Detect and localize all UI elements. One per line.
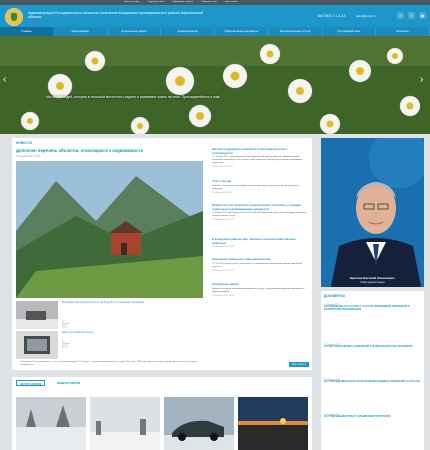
nav-item-social[interactable]: Социальная сфера — [108, 27, 162, 36]
site-title[interactable]: Администрация Колодезянского сельского п… — [28, 11, 203, 20]
side-news-date: 16 Января 2017 9:31 — [212, 166, 233, 169]
side-news-date: 13 Января 2017 10:46 — [212, 246, 235, 249]
head-role: Глава администрации — [360, 281, 385, 284]
home-icon[interactable]: ⌂ — [397, 12, 404, 19]
nav-item-home[interactable]: Главная — [0, 27, 54, 36]
side-news-item[interactable]: Конкурсная защита Вопросы по предоставле… — [212, 282, 307, 297]
nav-item-administration[interactable]: Администрация — [161, 27, 215, 36]
news-thumbnail — [16, 331, 58, 359]
nav-item-services[interactable]: Муниципальные услуги — [269, 27, 323, 36]
news-tab[interactable]: НОВОСТИ — [16, 141, 32, 145]
side-news-text: В связи с обильными снегопадами в поселе… — [212, 184, 300, 190]
nav-item-info[interactable]: Информация — [54, 27, 108, 36]
side-news-title[interactable]: Снег и погода — [212, 179, 307, 184]
side-news-title[interactable]: Конкурсная защита — [212, 282, 307, 287]
gallery-photo[interactable] — [238, 397, 308, 450]
small-news-item[interactable]: В Каширском районе вышли на борьбу со сн… — [16, 300, 144, 329]
document-item[interactable]: 12 Января 2017 Об утверждении проекта пл… — [324, 414, 422, 419]
documents-panel: ДОКУМЕНТЫ 13 Января 2017 Распоряжение от… — [321, 291, 424, 450]
slider-caption: Мы ищем людей, которые в сельской местно… — [46, 95, 221, 99]
small-news-title[interactable]: День российской печати — [62, 330, 202, 335]
header-email[interactable]: adm@kolod.ru — [356, 14, 376, 18]
nav-item-documents[interactable]: Официальные документы — [215, 27, 269, 36]
side-news-title[interactable]: Жители поддержали изменения в законодате… — [212, 147, 307, 155]
main-nav: Главная Информация Социальная сфера Адми… — [0, 27, 430, 36]
side-news-text: С января 2017 года Правительство Российс… — [212, 212, 306, 218]
slider-next-icon[interactable]: › — [420, 74, 423, 85]
side-news-date: 14 Января 2017 12:12 — [212, 219, 235, 222]
side-news-title[interactable]: Изменения земельного законодательства — [212, 257, 307, 262]
documents-title[interactable]: ДОКУМЕНТЫ — [324, 294, 345, 298]
gallery-photo[interactable] — [16, 397, 86, 450]
head-name: Цветков Василий Николаевич — [350, 276, 395, 280]
side-news-text: Вопросы по предоставлению муниципальных … — [212, 287, 305, 293]
news-section: НОВОСТИ Дополнен перечень объектов, отно… — [12, 138, 312, 370]
small-news-date: 17 Января 2017 12:12 — [62, 321, 70, 329]
side-news-date: 16 Января 2017 6:02 — [212, 191, 233, 194]
small-news-title[interactable]: В Каширском районе вышли на борьбу со сн… — [62, 300, 202, 305]
document-item[interactable]: 13 Января 2017 О подготовке проекта изме… — [324, 344, 422, 349]
slider-prev-icon[interactable]: ‹ — [3, 74, 6, 85]
small-news-date: 13 Января 2017 11:23 — [62, 341, 70, 349]
search-icon[interactable]: ⌕ — [408, 12, 415, 19]
coat-of-arms-logo[interactable] — [5, 8, 23, 26]
document-item[interactable]: 13 Января 2017 Об утверждении отчета об … — [324, 379, 422, 384]
side-news-item[interactable]: Снег и погода В связи с обильными снегоп… — [212, 179, 307, 194]
utility-links: Поиск по сайту Структура сайта Обращения… — [124, 1, 237, 3]
daisy-field-image — [0, 36, 430, 134]
utility-link-structure[interactable]: Структура сайта — [147, 1, 164, 3]
side-news-text: С 1 января 2017 года вступил в силу Феде… — [212, 156, 303, 165]
side-news-item[interactable]: Правительство запретило органам власти т… — [212, 203, 307, 222]
main-news-photo[interactable] — [16, 161, 203, 298]
nav-item-anticorruption[interactable]: Противодействие — [323, 27, 377, 36]
document-title[interactable]: Об утверждении отчета об исполнении бюдж… — [324, 381, 422, 384]
tab-video-gallery[interactable]: ВИДЕОГАЛЕРЕЯ — [54, 380, 83, 386]
document-title[interactable]: О подготовке проекта изменений в генерал… — [324, 346, 422, 349]
side-news-text: С 1.01.2017 года вступил в силу закон об… — [212, 262, 303, 268]
main-news-date: 15 Января 2017 16:32 — [16, 155, 41, 158]
utility-link-sitemap[interactable]: Карта сайта — [225, 1, 237, 3]
nav-item-contacts[interactable]: Контакты — [376, 27, 430, 36]
side-news-date: 12 Января 2017 21:21 — [212, 269, 235, 272]
document-title[interactable]: Об утверждении проекта планировки террит… — [324, 416, 422, 419]
eye-icon[interactable]: ◉ — [419, 12, 426, 19]
side-news-title[interactable]: В Каширском районе идет перепись сельско… — [212, 237, 307, 245]
side-news-item[interactable]: Жители поддержали изменения в законодате… — [212, 147, 307, 169]
news-thumbnail — [16, 301, 58, 329]
all-news-button[interactable]: Все новости — [289, 362, 309, 367]
side-news-item[interactable]: Изменения земельного законодательства С … — [212, 257, 307, 272]
side-news-date: 12 Января 2017 10:00 — [212, 294, 235, 297]
gallery-photo[interactable] — [90, 397, 160, 450]
tab-photo-gallery[interactable]: ФОТОГАЛЕРЕЯ — [16, 380, 46, 386]
side-news-item[interactable]: В Каширском районе идет перепись сельско… — [212, 237, 307, 249]
hero-slider: Мы ищем людей, которые в сельской местно… — [0, 36, 430, 134]
utility-link-search[interactable]: Поиск по сайту — [124, 1, 139, 3]
document-item[interactable]: 13 Января 2017 Распоряжение от 16.12.201… — [324, 304, 422, 312]
gallery-photo[interactable] — [164, 397, 234, 450]
document-title[interactable]: Распоряжение от 16.12.2016 г. №124 об ут… — [324, 306, 422, 312]
site-header: Администрация Колодезянского сельского п… — [0, 5, 430, 27]
main-news-title[interactable]: Дополнен перечень объектов, относящихся … — [16, 148, 143, 153]
head-portrait[interactable] — [321, 138, 424, 287]
utility-link-feedback[interactable]: Обратная связь — [201, 1, 217, 3]
header-phone: 8(47342) 7-1-4-13 — [318, 14, 346, 18]
small-news-item[interactable]: День российской печати 13 Января 2017 11… — [16, 330, 197, 366]
header-icons: ⌂ ⌕ ◉ — [397, 12, 426, 19]
small-news-text: 13 января в России отмечают — кто не пер… — [20, 361, 198, 366]
side-news-title[interactable]: Правительство запретило органам власти т… — [212, 203, 307, 211]
gallery-section: ФОТОГАЛЕРЕЯ ВИДЕОГАЛЕРЕЯ — [12, 377, 312, 450]
utility-link-appeals[interactable]: Обращения граждан — [172, 1, 193, 3]
